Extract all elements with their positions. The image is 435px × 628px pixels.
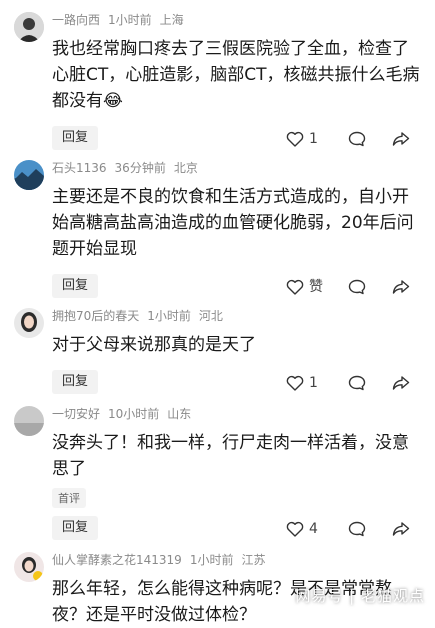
timestamp: 10小时前 <box>108 407 160 421</box>
username[interactable]: 仙人掌酵素之花141319 <box>52 553 182 567</box>
location: 北京 <box>173 161 198 175</box>
comment-meta: 石头1136 36分钟前 北京 <box>52 158 421 178</box>
comment-actions: 回复 赞 <box>52 270 421 304</box>
comment-meta: 拥抱70后的春天 1小时前 河北 <box>52 306 421 326</box>
like-button[interactable]: 4 <box>286 518 318 540</box>
comment-actions: 回复 1 <box>52 366 421 400</box>
share-button[interactable] <box>392 276 410 298</box>
comment-text: 我也经常胸口疼去了三假医院验了全血，检查了心脏CT，心脏造影，脑部CT，核磁共振… <box>52 39 420 111</box>
comment-meta: 一切安好 10小时前 山东 <box>52 404 421 424</box>
heart-icon <box>286 375 304 391</box>
comment-item: 一路向西 1小时前 上海 我也经常胸口疼去了三假医院验了全血，检查了心脏CT，心脏造… <box>0 10 435 156</box>
comment-actions: 回复 4 <box>52 512 421 546</box>
share-arrow-icon <box>392 280 410 294</box>
username[interactable]: 一路向西 <box>52 13 100 27</box>
timestamp: 1小时前 <box>147 309 191 323</box>
comment-meta: 一路向西 1小时前 上海 <box>52 10 421 30</box>
like-count: 1 <box>309 375 318 391</box>
comment-item: 一切安好 10小时前 山东 没奔头了！和我一样，行尸走肉一样活着，没意思了 首评 回… <box>0 404 435 546</box>
avatar[interactable] <box>14 406 44 436</box>
like-button[interactable]: 1 <box>286 128 318 150</box>
watermark: 网易号 | 老猫观点 <box>295 587 425 605</box>
comment-meta: 仙人掌酵素之花141319 1小时前 江苏 <box>52 550 421 570</box>
comment-item: 拥抱70后的春天 1小时前 河北 对于父母来说那真的是天了 回复 1 <box>0 306 435 400</box>
avatar[interactable] <box>14 12 44 42</box>
reply-button[interactable]: 回复 <box>52 516 99 540</box>
chat-bubble-icon <box>348 131 366 147</box>
reply-button[interactable]: 回复 <box>52 126 99 150</box>
like-button[interactable]: 1 <box>286 372 318 394</box>
location: 江苏 <box>241 553 266 567</box>
share-arrow-icon <box>392 522 410 536</box>
heart-icon <box>286 521 304 537</box>
heart-icon <box>286 279 304 295</box>
chat-bubble-icon <box>348 279 366 295</box>
reply-button[interactable]: 回复 <box>52 370 99 394</box>
comment-item: 石头1136 36分钟前 北京 主要还是不良的饮食和生活方式造成的，自小开始高糖高盐… <box>0 158 435 304</box>
share-arrow-icon <box>392 376 410 390</box>
location: 上海 <box>159 13 184 27</box>
timestamp: 36分钟前 <box>114 161 166 175</box>
timestamp: 1小时前 <box>108 13 152 27</box>
comment-button[interactable] <box>348 276 366 298</box>
comment-text: 对于父母来说那真的是天了 <box>52 335 256 355</box>
share-arrow-icon <box>392 132 410 146</box>
comment-button[interactable] <box>348 372 366 394</box>
avatar[interactable] <box>14 160 44 190</box>
comment-text: 没奔头了！和我一样，行尸走肉一样活着，没意思了 <box>52 433 409 479</box>
share-button[interactable] <box>392 372 410 394</box>
avatar[interactable] <box>14 552 44 582</box>
heart-icon <box>286 131 304 147</box>
comment-actions: 回复 1 <box>52 122 421 156</box>
like-button[interactable]: 赞 <box>286 276 323 298</box>
share-button[interactable] <box>392 518 410 540</box>
first-comment-badge: 首评 <box>52 488 86 508</box>
like-count: 1 <box>309 131 318 147</box>
comment-button[interactable] <box>348 518 366 540</box>
location: 河北 <box>198 309 223 323</box>
avatar[interactable] <box>14 308 44 338</box>
share-button[interactable] <box>392 128 410 150</box>
reply-button[interactable]: 回复 <box>52 274 99 298</box>
comment-button[interactable] <box>348 128 366 150</box>
location: 山东 <box>167 407 192 421</box>
like-count: 赞 <box>309 279 323 295</box>
timestamp: 1小时前 <box>189 553 234 567</box>
username[interactable]: 石头1136 <box>52 161 107 175</box>
username[interactable]: 拥抱70后的春天 <box>52 309 139 323</box>
chat-bubble-icon <box>348 521 366 537</box>
chat-bubble-icon <box>348 375 366 391</box>
username[interactable]: 一切安好 <box>52 407 100 421</box>
comment-text: 主要还是不良的饮食和生活方式造成的，自小开始高糖高盐高油造成的血管硬化脆弱，20… <box>52 187 414 259</box>
like-count: 4 <box>309 521 318 537</box>
